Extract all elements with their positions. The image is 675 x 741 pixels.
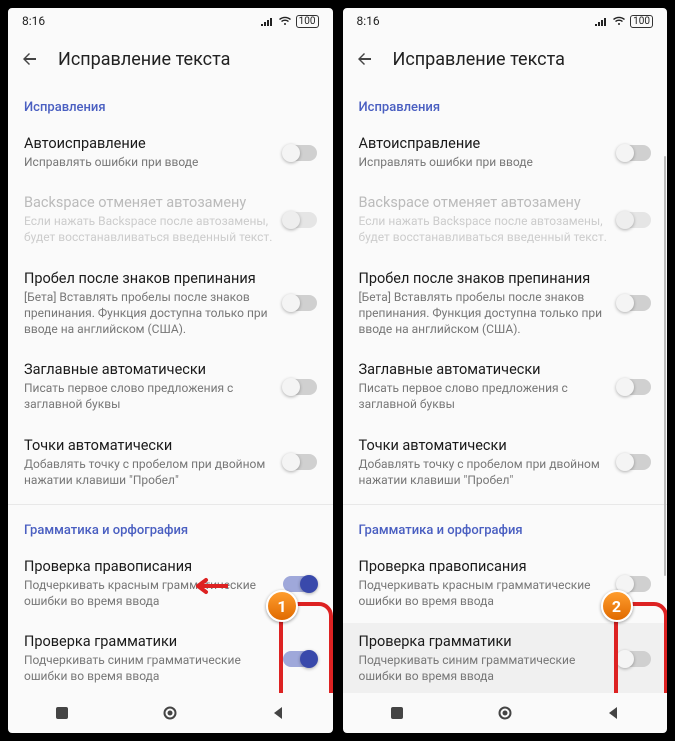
status-time: 8:16 <box>22 14 45 28</box>
battery-icon: 100 <box>630 15 653 28</box>
row-space[interactable]: Пробел после знаков препинания [Бета] Вс… <box>343 260 668 352</box>
caps-title: Заглавные автоматически <box>24 361 273 378</box>
grammar-sub: Подчеркивать синим грамматические ошибки… <box>359 652 608 684</box>
section-corrections: Исправления <box>8 84 333 125</box>
page-title: Исправление текста <box>393 49 565 70</box>
signal-icon <box>594 16 608 26</box>
autocorrect-title: Автоисправление <box>24 135 273 152</box>
battery-icon: 100 <box>296 15 319 28</box>
wifi-icon <box>612 16 626 26</box>
space-sub: [Бета] Вставлять пробелы после знаков пр… <box>359 289 608 338</box>
row-grammar[interactable]: Проверка грамматики Подчеркивать синим г… <box>343 623 668 693</box>
content: Исправления Автоисправление Исправлять о… <box>343 84 668 693</box>
caps-toggle[interactable] <box>617 379 651 395</box>
nav-home-icon[interactable] <box>497 705 513 721</box>
row-dots[interactable]: Точки автоматически Добавлять точку с пр… <box>8 427 333 502</box>
content: Исправления Автоисправление Исправлять о… <box>8 84 333 693</box>
app-bar: Исправление текста <box>343 34 668 84</box>
space-title: Пробел после знаков препинания <box>359 270 608 287</box>
backspace-title: Backspace отменяет автозамену <box>24 194 273 211</box>
grammar-toggle[interactable] <box>617 651 651 667</box>
wifi-icon <box>278 16 292 26</box>
autocorrect-sub: Исправлять ошибки при вводе <box>359 154 608 170</box>
nav-recents-icon[interactable] <box>389 705 405 721</box>
row-caps[interactable]: Заглавные автоматически Писать первое сл… <box>343 351 668 426</box>
row-space[interactable]: Пробел после знаков препинания [Бета] Вс… <box>8 260 333 352</box>
back-button[interactable] <box>355 49 375 69</box>
dots-toggle[interactable] <box>617 454 651 470</box>
nav-recents-icon[interactable] <box>54 705 70 721</box>
page-title: Исправление текста <box>58 49 230 70</box>
space-toggle[interactable] <box>617 295 651 311</box>
nav-back-icon[interactable] <box>270 705 286 721</box>
phone-left: 8:16 100 Исправление текста Исправления … <box>6 6 335 735</box>
app-bar: Исправление текста <box>8 34 333 84</box>
spell-title: Проверка правописания <box>24 558 273 575</box>
dots-toggle[interactable] <box>283 454 317 470</box>
caps-title: Заглавные автоматически <box>359 361 608 378</box>
backspace-sub: Если нажать Backspace после автозамены, … <box>24 213 273 245</box>
grammar-toggle[interactable] <box>283 651 317 667</box>
caps-sub: Писать первое слово предложения с заглав… <box>24 380 273 412</box>
back-button[interactable] <box>20 49 40 69</box>
section-grammar: Грамматика и орфография <box>343 507 668 548</box>
nav-bar <box>343 693 668 733</box>
annotation-badge-2: 2 <box>601 590 633 622</box>
autocorrect-toggle[interactable] <box>617 145 651 161</box>
section-grammar: Грамматика и орфография <box>8 507 333 548</box>
phone-right: 8:16 100 Исправление текста Исправления … <box>341 6 670 735</box>
caps-toggle[interactable] <box>283 379 317 395</box>
dots-title: Точки автоматически <box>24 437 273 454</box>
backspace-title: Backspace отменяет автозамену <box>359 194 608 211</box>
arrow-left-icon <box>356 50 374 68</box>
divider <box>8 504 333 505</box>
backspace-toggle <box>283 212 317 228</box>
annotation-badge-1: 1 <box>266 590 298 622</box>
status-bar: 8:16 100 <box>8 8 333 34</box>
caps-sub: Писать первое слово предложения с заглав… <box>359 380 608 412</box>
dots-title: Точки автоматически <box>359 437 608 454</box>
arrow-left-icon <box>21 50 39 68</box>
grammar-title: Проверка грамматики <box>24 633 273 650</box>
nav-back-icon[interactable] <box>605 705 621 721</box>
autocorrect-sub: Исправлять ошибки при вводе <box>24 154 273 170</box>
annotation-arrow-icon <box>188 576 222 594</box>
spell-sub: Подчеркивать красным грамматические ошиб… <box>359 577 608 609</box>
status-time: 8:16 <box>357 14 380 28</box>
status-icons: 100 <box>260 15 319 28</box>
autocorrect-toggle[interactable] <box>283 145 317 161</box>
autocorrect-title: Автоисправление <box>359 135 608 152</box>
grammar-sub: Подчеркивать синим грамматические ошибки… <box>24 652 273 684</box>
backspace-sub: Если нажать Backspace после автозамены, … <box>359 213 608 245</box>
divider <box>343 504 668 505</box>
grammar-title: Проверка грамматики <box>359 633 608 650</box>
nav-bar <box>8 693 333 733</box>
row-backspace: Backspace отменяет автозамену Если нажат… <box>343 184 668 259</box>
spell-title: Проверка правописания <box>359 558 608 575</box>
spell-toggle[interactable] <box>617 576 651 592</box>
row-grammar[interactable]: Проверка грамматики Подчеркивать синим г… <box>8 623 333 693</box>
spell-sub: Подчеркивать красным грамматические ошиб… <box>24 577 273 609</box>
scrollbar[interactable] <box>664 156 666 576</box>
row-autocorrect[interactable]: Автоисправление Исправлять ошибки при вв… <box>343 125 668 184</box>
nav-home-icon[interactable] <box>162 705 178 721</box>
row-caps[interactable]: Заглавные автоматически Писать первое сл… <box>8 351 333 426</box>
backspace-toggle <box>617 212 651 228</box>
space-toggle[interactable] <box>283 295 317 311</box>
row-dots[interactable]: Точки автоматически Добавлять точку с пр… <box>343 427 668 502</box>
status-icons: 100 <box>594 15 653 28</box>
row-autocorrect[interactable]: Автоисправление Исправлять ошибки при вв… <box>8 125 333 184</box>
status-bar: 8:16 100 <box>343 8 668 34</box>
row-backspace: Backspace отменяет автозамену Если нажат… <box>8 184 333 259</box>
space-title: Пробел после знаков препинания <box>24 270 273 287</box>
space-sub: [Бета] Вставлять пробелы после знаков пр… <box>24 289 273 338</box>
dots-sub: Добавлять точку с пробелом при двойном н… <box>359 456 608 488</box>
signal-icon <box>260 16 274 26</box>
dots-sub: Добавлять точку с пробелом при двойном н… <box>24 456 273 488</box>
section-corrections: Исправления <box>343 84 668 125</box>
spell-toggle[interactable] <box>283 576 317 592</box>
